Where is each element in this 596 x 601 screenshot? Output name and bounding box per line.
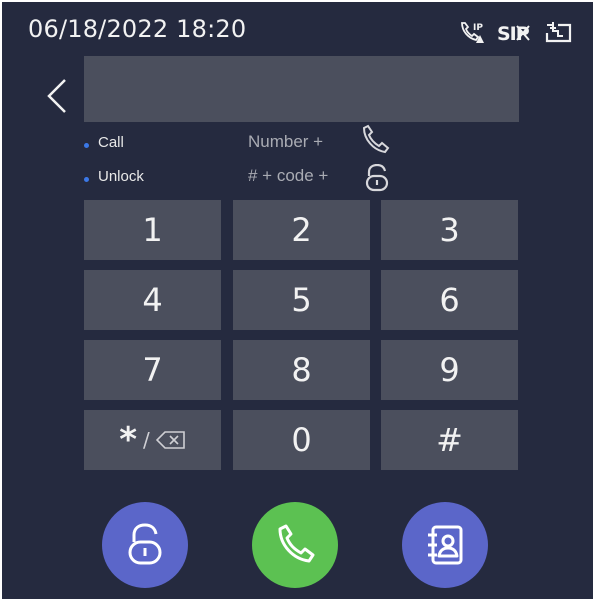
key-7[interactable]: 7: [84, 340, 221, 400]
unlock-icon: [128, 523, 162, 565]
star-glyph: *: [119, 420, 138, 460]
key-label: 8: [291, 351, 312, 389]
call-hint-formula: Number +: [248, 132, 324, 151]
key-5[interactable]: 5: [233, 270, 370, 330]
key-label: 7: [142, 351, 163, 389]
star-backspace-group: * /: [119, 423, 186, 457]
call-button[interactable]: [252, 502, 338, 588]
hint-dot: [84, 143, 89, 148]
number-input[interactable]: [84, 56, 519, 122]
hint-dot: [84, 177, 89, 182]
call-hint-row: Call Number +: [2, 124, 593, 160]
key-2[interactable]: 2: [233, 200, 370, 260]
sd-card-icon: [543, 19, 573, 45]
unlock-icon: [365, 164, 389, 192]
key-3[interactable]: 3: [381, 200, 518, 260]
contacts-button[interactable]: [402, 502, 488, 588]
key-label: 9: [439, 351, 460, 389]
unlock-hint-formula: # + code +: [248, 166, 329, 185]
status-bar: 06/18/2022 18:20 IP SIP: [2, 2, 593, 50]
contacts-icon: [428, 525, 463, 565]
key-label: 6: [439, 281, 460, 319]
svg-text:SIP: SIP: [497, 23, 530, 44]
sip-error-icon: SIP: [497, 20, 531, 44]
status-icons: IP SIP: [459, 18, 573, 46]
key-8[interactable]: 8: [233, 340, 370, 400]
key-label: 5: [291, 281, 312, 319]
key-4[interactable]: 4: [84, 270, 221, 330]
key-label: 4: [142, 281, 163, 319]
phone-icon: [278, 524, 315, 563]
backspace-icon: [155, 431, 185, 449]
unlock-hint-label: Unlock: [98, 168, 144, 185]
key-label: 3: [439, 211, 460, 249]
key-9[interactable]: 9: [381, 340, 518, 400]
key-label: 2: [291, 211, 312, 249]
keypad: 1 2 3 4 5 6 7 8 9 * / 0 #: [84, 200, 519, 470]
unlock-button[interactable]: [102, 502, 188, 588]
call-hint-label: Call: [98, 134, 124, 151]
svg-text:IP: IP: [473, 23, 483, 33]
key-0[interactable]: 0: [233, 410, 370, 470]
key-label: 1: [142, 211, 163, 249]
ip-warning-icon: IP: [459, 19, 485, 45]
key-hash[interactable]: #: [381, 410, 518, 470]
separator: /: [143, 428, 150, 452]
chevron-left-icon: [47, 79, 66, 113]
intercom-screen: 06/18/2022 18:20 IP SIP Call Number + Un…: [2, 2, 593, 599]
key-1[interactable]: 1: [84, 200, 221, 260]
key-label: #: [436, 421, 463, 459]
datetime: 06/18/2022 18:20: [28, 15, 247, 43]
key-star-backspace[interactable]: * /: [84, 410, 221, 470]
unlock-hint-row: Unlock # + code +: [2, 164, 593, 194]
key-6[interactable]: 6: [381, 270, 518, 330]
phone-icon: [362, 124, 390, 154]
back-button[interactable]: [40, 74, 74, 118]
key-label: 0: [291, 421, 312, 459]
